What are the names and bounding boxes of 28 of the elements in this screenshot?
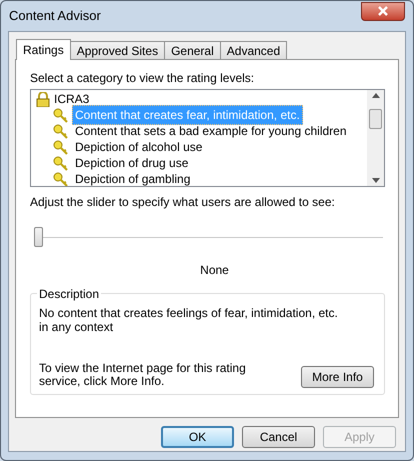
tab[interactable]: Ratings bbox=[16, 39, 71, 60]
close-icon bbox=[378, 6, 388, 16]
slider-prompt: Adjust the slider to specify what users are allowed to see: bbox=[30, 194, 336, 209]
dialog-button[interactable]: OK bbox=[161, 426, 234, 448]
key-icon bbox=[53, 108, 69, 122]
key-icon bbox=[53, 172, 69, 186]
info-text: To view the Internet page for this rating service, click More Info. bbox=[39, 362, 247, 388]
scroll-thumb[interactable] bbox=[369, 109, 382, 129]
description-text: No content that creates feelings of fear, intimidation, etc. in any context bbox=[39, 306, 339, 334]
tab[interactable]: General bbox=[164, 41, 221, 59]
close-button[interactable] bbox=[361, 2, 405, 20]
window-title: Content Advisor bbox=[9, 7, 102, 26]
tab[interactable]: Advanced bbox=[220, 41, 288, 59]
scrollbar[interactable] bbox=[367, 90, 384, 186]
scroll-up-icon[interactable] bbox=[372, 93, 380, 98]
tab[interactable]: Approved Sites bbox=[70, 41, 166, 59]
key-icon bbox=[53, 140, 69, 154]
category-prompt: Select a category to view the rating levels: bbox=[30, 70, 256, 85]
key-icon bbox=[53, 124, 69, 138]
slider-reading: None bbox=[199, 262, 230, 279]
dialog-button[interactable]: Cancel bbox=[242, 426, 315, 448]
slider-thumb[interactable] bbox=[34, 227, 43, 247]
lock-icon bbox=[35, 92, 51, 106]
scroll-down-icon[interactable] bbox=[372, 178, 380, 183]
category-list[interactable]: ICRA3 Content that creates fear, intimidation, etc. Content that sets a bad example for young children Depiction of alcohol use Depiction of drug use Depiction of gambling bbox=[30, 89, 385, 187]
key-icon bbox=[53, 156, 69, 170]
tree-item[interactable]: ICRA3 bbox=[54, 90, 90, 108]
more-info-button[interactable]: More Info bbox=[301, 366, 374, 388]
